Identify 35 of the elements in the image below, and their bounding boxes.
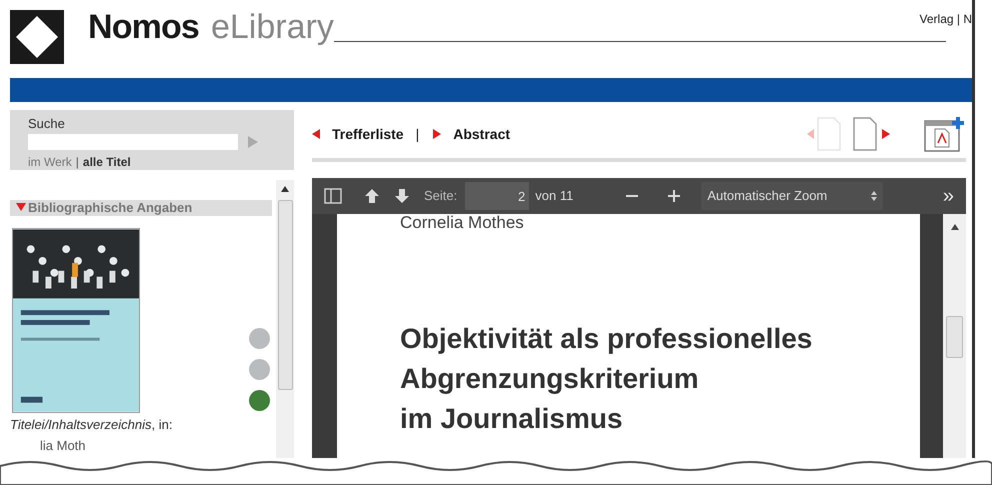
pdf-add-icon[interactable]	[924, 115, 966, 153]
arrow-down-icon[interactable]	[394, 188, 410, 204]
citation-text: Titelei/Inhaltsverzeichnis, in:	[10, 416, 174, 434]
more-tools-button[interactable]: »	[942, 186, 954, 206]
search-label: Suche	[28, 115, 66, 133]
page-label: Seite:	[424, 187, 458, 206]
sidebar-toggle-icon[interactable]	[324, 188, 342, 204]
zoom-select[interactable]: Automatischer Zoom	[701, 182, 884, 210]
scroll-thumb[interactable]	[946, 316, 963, 358]
zoom-in-icon[interactable]	[667, 189, 682, 203]
page-count: von 11	[535, 187, 574, 206]
nav-separator: |	[416, 124, 420, 144]
scope-link[interactable]: alle Titel	[82, 152, 131, 170]
logo-icon	[10, 10, 64, 64]
search-field[interactable]	[28, 134, 238, 150]
page-author: Cornelia Mothes	[400, 214, 525, 231]
nav-link[interactable]: Trefferliste	[332, 124, 404, 144]
brand-name: Nomos	[88, 10, 199, 44]
top-links: Verlag | N	[920, 11, 972, 28]
section-toggle-icon	[16, 203, 26, 213]
scroll-thumb[interactable]	[278, 200, 292, 390]
select-arrows-icon	[871, 191, 878, 201]
nav-link[interactable]: Abstract	[453, 124, 510, 144]
forward-arrow-icon	[433, 129, 444, 139]
scroll-up-icon[interactable]	[281, 186, 289, 192]
arrow-up-icon[interactable]	[364, 188, 380, 204]
back-arrow-icon	[312, 129, 322, 139]
sidebar-scrollbar[interactable]	[276, 180, 294, 458]
scope-separator: |	[76, 154, 79, 170]
page-number-field[interactable]: 2	[465, 182, 530, 210]
brand-subtitle: eLibrary	[210, 10, 334, 44]
author-text: lia Moth	[40, 436, 87, 454]
viewer-scrollbar[interactable]	[943, 214, 966, 458]
scroll-up-icon[interactable]	[950, 224, 958, 230]
page-title: Objektivität als professionelles Abgrenzungskriterium im Journalismus	[400, 322, 814, 436]
